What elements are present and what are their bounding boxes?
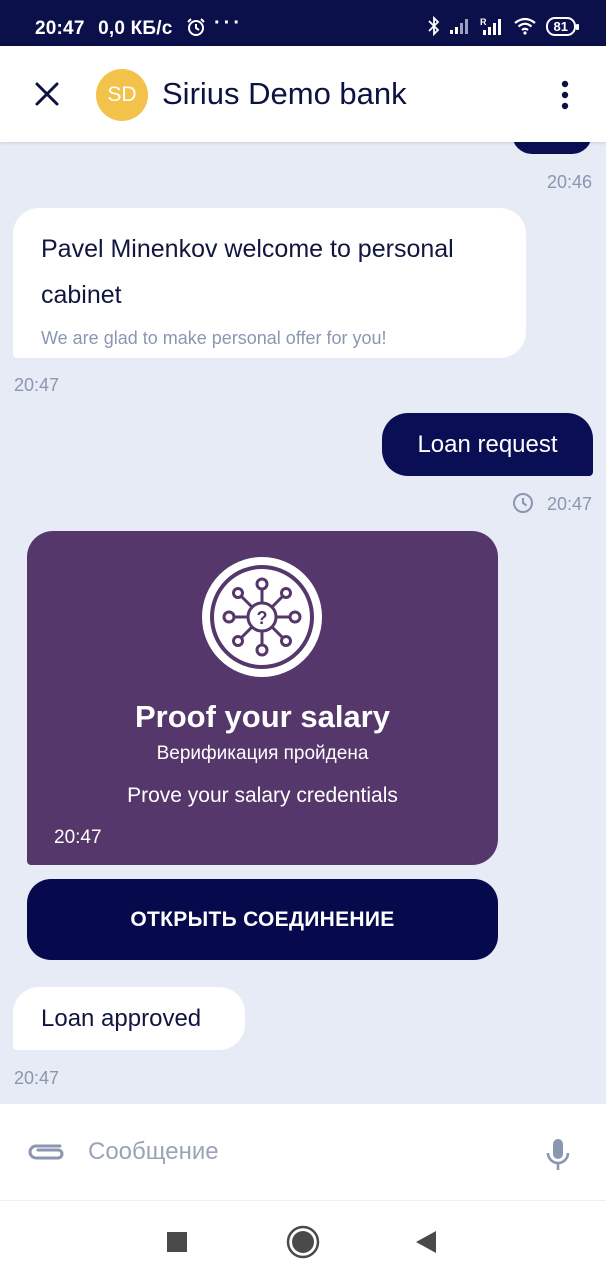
message-time: 20:46 <box>546 172 592 192</box>
loan-approved-message: Loan approved <box>13 987 245 1050</box>
recent-apps-icon[interactable] <box>167 1232 187 1252</box>
message-time: 20:47 <box>14 1068 60 1088</box>
back-icon[interactable] <box>414 1229 438 1255</box>
paperclip-icon[interactable] <box>26 1138 68 1166</box>
card-time: 20:47 <box>54 827 102 848</box>
verification-network-icon: ? <box>202 557 322 677</box>
network-speed: 0,0 КБ/с <box>98 18 173 39</box>
avatar: SD <box>96 69 148 121</box>
microphone-icon[interactable] <box>544 1137 572 1173</box>
more-vert-icon[interactable] <box>560 80 570 110</box>
message-time: 20:47 <box>14 375 60 395</box>
salary-proof-card: ? Proof your salary Верификация пройдена… <box>27 531 498 865</box>
svg-text:R: R <box>480 17 487 27</box>
clock-icon <box>513 493 533 513</box>
signal-icon <box>449 19 468 34</box>
welcome-message: Pavel Minenkov welcome to personal cabin… <box>13 208 526 358</box>
close-icon[interactable] <box>32 79 62 109</box>
chat-title: Sirius Demo bank <box>162 76 407 111</box>
welcome-text: Pavel Minenkov welcome to personal cabin… <box>41 235 454 309</box>
loan-request-message: Loan request <box>382 413 593 476</box>
message-input[interactable] <box>88 1132 508 1172</box>
status-bar: 20:47 0,0 КБ/с ··· R 81 <box>0 0 606 46</box>
status-time: 20:47 <box>35 18 85 39</box>
chat-messages[interactable]: 20:46 Pavel Minenkov welcome to personal… <box>0 142 606 1104</box>
signal-roaming-icon: R <box>480 17 501 35</box>
svg-text:?: ? <box>257 608 268 628</box>
card-description: Prove your salary credentials <box>127 784 398 807</box>
chat-header: SD Sirius Demo bank <box>0 46 606 142</box>
card-title: Proof your salary <box>135 699 390 734</box>
wifi-icon <box>513 17 536 35</box>
bluetooth-icon <box>427 16 439 36</box>
system-navigation-bar <box>0 1200 606 1280</box>
alarm-icon <box>187 18 205 36</box>
message-time: 20:47 <box>546 494 592 514</box>
open-connection-button[interactable]: ОТКРЫТЬ СОЕДИНЕНИЕ <box>27 879 498 960</box>
card-subtitle: Верификация пройдена <box>156 743 369 764</box>
message-composer <box>0 1104 606 1200</box>
battery-indicator: 81 <box>545 16 580 36</box>
welcome-subtext: We are glad to make personal offer for y… <box>41 328 387 348</box>
more-notifications-icon: ··· <box>214 12 243 34</box>
previous-outgoing-message <box>512 142 592 154</box>
home-icon[interactable] <box>286 1225 320 1259</box>
